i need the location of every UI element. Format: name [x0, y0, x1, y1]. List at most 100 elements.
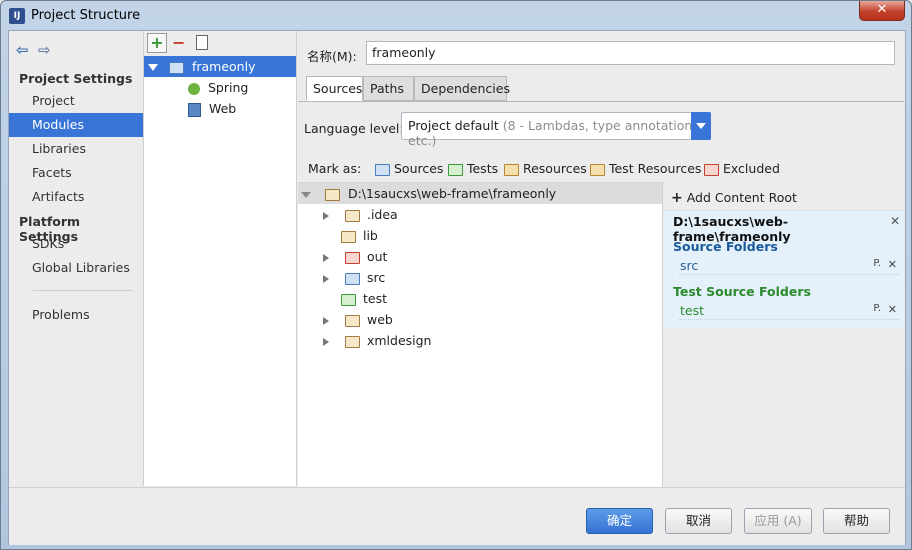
settings-nav: ⇦ ⇨ Project Settings Project Modules Lib… [9, 31, 144, 486]
mark-as-test-resources-label: Test Resources [608, 161, 702, 176]
help-button[interactable]: 帮助 [823, 508, 890, 534]
nav-item-libraries[interactable]: Libraries [9, 137, 143, 161]
content-roots-panel: + Add Content Root D:\1saucxs\web-frame\… [663, 182, 904, 487]
nav-history: ⇦ ⇨ [16, 41, 56, 59]
module-tree-item-spring[interactable]: Spring [144, 77, 296, 98]
tree-item-label: .idea [366, 207, 398, 222]
nav-item-modules[interactable]: Modules [9, 113, 143, 137]
sources-tab-panel: Language level: Project default (8 - Lam… [298, 101, 904, 488]
tree-item-lib[interactable]: lib [298, 225, 662, 246]
window-close-button[interactable]: ✕ [859, 1, 905, 21]
mark-as-test-resources-button[interactable]: Test Resources [590, 161, 701, 176]
resources-folder-icon [504, 163, 519, 176]
module-toolbar: + − [144, 31, 296, 56]
language-level-select[interactable]: Project default (8 - Lambdas, type annot… [401, 112, 711, 148]
tree-item-label: src [366, 270, 386, 285]
project-settings-header: Project Settings [19, 71, 133, 86]
tests-folder-icon [341, 293, 356, 306]
module-tree-item-frameonly[interactable]: frameonly [144, 56, 296, 77]
tab-dependencies[interactable]: Dependencies [414, 76, 510, 101]
web-icon [188, 102, 201, 117]
expand-arrow-icon[interactable] [323, 211, 329, 220]
folder-properties-icon[interactable]: P. [873, 303, 881, 314]
nav-item-global-libraries[interactable]: Global Libraries [9, 256, 143, 280]
expand-arrow-icon[interactable] [323, 337, 329, 346]
tree-item-label: xmldesign [366, 333, 432, 348]
facet-name: Spring [207, 80, 249, 95]
remove-folder-icon[interactable]: ✕ [888, 258, 897, 271]
module-name: frameonly [191, 59, 256, 74]
nav-item-project[interactable]: Project [9, 89, 143, 113]
tree-item-label: lib [362, 228, 378, 243]
tree-item-web[interactable]: web [298, 309, 662, 330]
title-bar: IJ Project Structure ✕ [1, 1, 911, 31]
folder-properties-icon[interactable]: P. [873, 258, 881, 269]
tree-item-idea[interactable]: .idea [298, 204, 662, 225]
add-content-root-button[interactable]: + Add Content Root [671, 190, 797, 206]
remove-root-icon[interactable]: ✕ [890, 214, 900, 228]
language-level-label: Language level: [304, 121, 404, 136]
content-root-card: D:\1saucxs\web-frame\frameonly ✕ Source … [663, 210, 904, 329]
tree-item-src[interactable]: src [298, 267, 662, 288]
nav-item-artifacts[interactable]: Artifacts [9, 185, 143, 209]
folder-icon [344, 314, 360, 327]
tree-item-xmldesign[interactable]: xmldesign [298, 330, 662, 351]
add-module-button[interactable]: + [147, 33, 167, 53]
folder-icon [341, 230, 356, 243]
expand-arrow-icon[interactable] [323, 316, 329, 325]
mark-as-excluded-button[interactable]: Excluded [704, 161, 780, 176]
expand-arrow-icon[interactable] [301, 191, 311, 198]
source-folder-entry: src P. ✕ [679, 258, 899, 275]
nav-item-problems[interactable]: Problems [9, 303, 143, 327]
expand-arrow-icon[interactable] [148, 64, 158, 71]
copy-icon[interactable] [196, 32, 212, 50]
folder-icon [324, 188, 340, 201]
mark-as-tests-label: Tests [466, 161, 499, 176]
module-name-label: 名称(M): [307, 49, 357, 64]
mark-as-label: Mark as: [308, 161, 362, 176]
tree-item-out[interactable]: out [298, 246, 662, 267]
nav-item-sdks[interactable]: SDKs [9, 232, 143, 256]
test-folder-name: test [680, 303, 705, 318]
remove-module-button[interactable]: − [172, 33, 185, 52]
nav-divider [33, 290, 133, 291]
intellij-app-icon: IJ [9, 8, 25, 24]
tree-item-label: web [366, 312, 393, 327]
chevron-down-icon[interactable] [691, 112, 711, 140]
dialog-button-bar: 确定 取消 应用 (A) 帮助 [9, 487, 905, 545]
arrow-right-icon[interactable]: ⇨ [38, 41, 56, 59]
dialog-body: ⇦ ⇨ Project Settings Project Modules Lib… [8, 30, 906, 545]
folder-icon [344, 335, 360, 348]
tree-root-row[interactable]: D:\1saucxs\web-frame\frameonly [298, 183, 662, 204]
mark-as-tests-button[interactable]: Tests [448, 161, 498, 176]
plus-icon: + [671, 190, 683, 206]
tree-item-label: out [366, 249, 388, 264]
ok-button[interactable]: 确定 [586, 508, 653, 534]
tree-root-label: D:\1saucxs\web-frame\frameonly [347, 186, 557, 201]
apply-button[interactable]: 应用 (A) [744, 508, 812, 534]
mark-as-sources-label: Sources [393, 161, 444, 176]
folder-icon [344, 209, 360, 222]
expand-arrow-icon[interactable] [323, 274, 329, 283]
tree-item-test[interactable]: test [298, 288, 662, 309]
remove-folder-icon[interactable]: ✕ [888, 303, 897, 316]
arrow-left-icon[interactable]: ⇦ [16, 41, 34, 59]
cancel-button[interactable]: 取消 [665, 508, 732, 534]
source-folder-name: src [680, 258, 699, 273]
sources-folder-icon [375, 163, 390, 176]
mark-as-excluded-label: Excluded [722, 161, 780, 176]
tab-sources[interactable]: Sources [306, 76, 363, 101]
expand-arrow-icon[interactable] [323, 253, 329, 262]
mark-as-resources-button[interactable]: Resources [504, 161, 587, 176]
facet-name: Web [208, 101, 237, 116]
excluded-folder-icon [704, 163, 719, 176]
module-tree-panel: + − frameonly Spring Web [144, 31, 297, 486]
mark-as-sources-button[interactable]: Sources [375, 161, 443, 176]
tree-item-label: test [362, 291, 387, 306]
test-resources-folder-icon [590, 163, 605, 176]
nav-item-facets[interactable]: Facets [9, 161, 143, 185]
tab-paths[interactable]: Paths [363, 76, 414, 101]
module-tree-item-web[interactable]: Web [144, 98, 296, 119]
mark-as-resources-label: Resources [522, 161, 587, 176]
module-name-input[interactable]: frameonly [366, 41, 895, 65]
